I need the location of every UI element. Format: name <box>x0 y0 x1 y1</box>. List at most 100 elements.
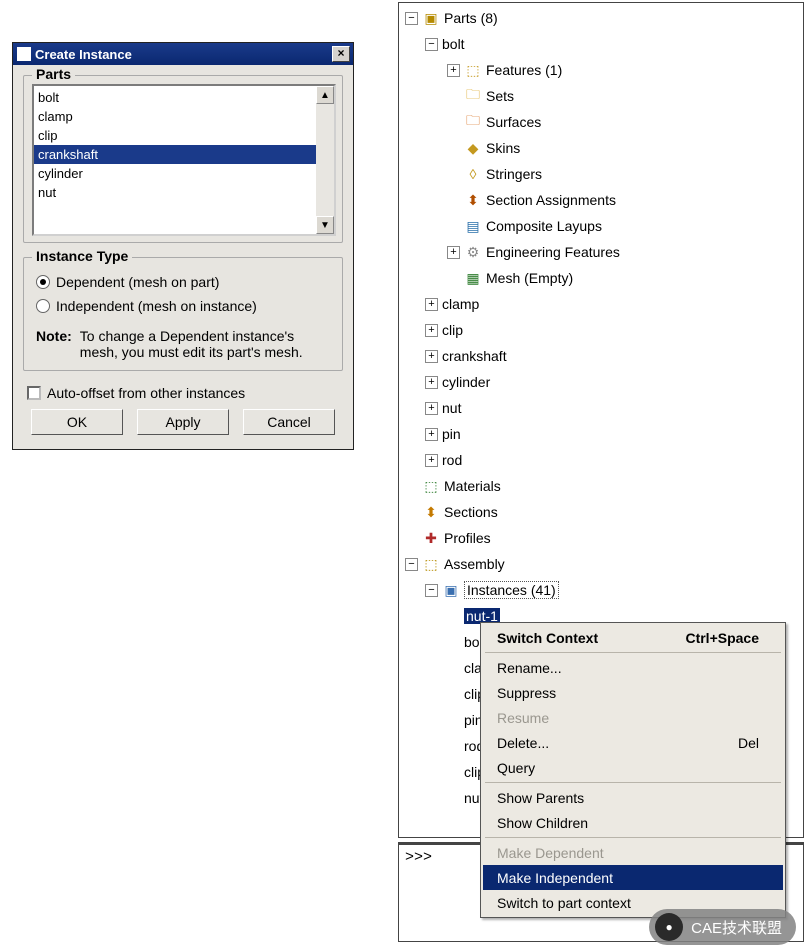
tree-label: Composite Layups <box>486 218 602 234</box>
note-label: Note: <box>36 328 72 360</box>
ctx-label: Switch to part context <box>497 895 631 911</box>
tree-label: crankshaft <box>442 348 507 364</box>
profiles-icon: ✚ <box>422 530 440 546</box>
ok-button[interactable]: OK <box>31 409 123 435</box>
plus-icon[interactable]: + <box>425 454 438 467</box>
tree-eng-features[interactable]: + ⚙ Engineering Features <box>401 239 801 265</box>
tree-materials[interactable]: ⬚Materials <box>401 473 801 499</box>
list-item[interactable]: cylinder <box>34 164 316 183</box>
auto-offset-row[interactable]: Auto-offset from other instances <box>27 385 339 401</box>
ctx-make-dependent: Make Dependent <box>483 840 783 865</box>
tree-label: cylinder <box>442 374 490 390</box>
tree-label: pin <box>442 426 461 442</box>
list-item-selected[interactable]: crankshaft <box>34 145 316 164</box>
close-button[interactable]: × <box>332 46 350 62</box>
parts-listbox[interactable]: bolt clamp clip crankshaft cylinder nut … <box>32 84 336 236</box>
scroll-down-icon[interactable]: ▼ <box>316 216 334 234</box>
ctx-label: Delete... <box>497 735 549 751</box>
tree-sets[interactable]: 🗀 Sets <box>401 83 801 109</box>
apply-button[interactable]: Apply <box>137 409 229 435</box>
system-menu-icon[interactable] <box>17 47 31 61</box>
tree-crankshaft[interactable]: + crankshaft <box>401 343 801 369</box>
radio-independent[interactable] <box>36 299 50 313</box>
list-item[interactable]: nut <box>34 183 316 202</box>
tree-clamp[interactable]: + clamp <box>401 291 801 317</box>
ctx-label: Suppress <box>497 685 556 701</box>
separator <box>485 652 781 653</box>
ctx-switch-context[interactable]: Switch Context Ctrl+Space <box>483 625 783 650</box>
plus-icon[interactable]: + <box>425 298 438 311</box>
tree-bolt[interactable]: − bolt <box>401 31 801 57</box>
ctx-label: Resume <box>497 710 549 726</box>
avatar-icon: ● <box>655 913 683 941</box>
list-item[interactable]: clip <box>34 126 316 145</box>
cancel-button[interactable]: Cancel <box>243 409 335 435</box>
tree-surfaces[interactable]: 🗀 Surfaces <box>401 109 801 135</box>
scroll-up-icon[interactable]: ▲ <box>316 86 334 104</box>
auto-offset-checkbox[interactable] <box>27 386 41 400</box>
dialog-title: Create Instance <box>35 47 328 62</box>
tree-instances[interactable]: − ▣ Instances (41) <box>401 577 801 603</box>
scroll-track[interactable] <box>316 104 334 216</box>
minus-icon[interactable]: − <box>405 558 418 571</box>
ctx-rename[interactable]: Rename... <box>483 655 783 680</box>
ctx-show-parents[interactable]: Show Parents <box>483 785 783 810</box>
tree-label: bolt <box>442 36 465 52</box>
tree-composite[interactable]: ▤ Composite Layups <box>401 213 801 239</box>
tree-section-assign[interactable]: ⬍ Section Assignments <box>401 187 801 213</box>
tree-stringers[interactable]: ◊ Stringers <box>401 161 801 187</box>
tree-label: clamp <box>442 296 479 312</box>
radio-dependent-row[interactable]: Dependent (mesh on part) <box>36 274 336 290</box>
ctx-delete[interactable]: Delete... Del <box>483 730 783 755</box>
create-instance-dialog: Create Instance × Parts bolt clamp clip … <box>12 42 354 450</box>
tree-cylinder[interactable]: + cylinder <box>401 369 801 395</box>
tree-label: Skins <box>486 140 520 156</box>
plus-icon[interactable]: + <box>425 324 438 337</box>
plus-icon[interactable]: + <box>447 64 460 77</box>
assembly-icon: ⬚ <box>422 556 440 572</box>
minus-icon[interactable]: − <box>425 38 438 51</box>
stringers-icon: ◊ <box>464 166 482 182</box>
ctx-accel: Del <box>738 735 759 751</box>
tree-profiles[interactable]: ✚Profiles <box>401 525 801 551</box>
ctx-accel: Ctrl+Space <box>685 630 759 646</box>
instance-type-groupbox: Instance Type Dependent (mesh on part) I… <box>23 257 343 371</box>
scrollbar[interactable]: ▲ ▼ <box>316 86 334 234</box>
ctx-suppress[interactable]: Suppress <box>483 680 783 705</box>
sections-icon: ⬍ <box>422 504 440 520</box>
tree-label: Sections <box>444 504 498 520</box>
tree-features[interactable]: + ⬚ Features (1) <box>401 57 801 83</box>
tree-pin[interactable]: + pin <box>401 421 801 447</box>
list-item[interactable]: clamp <box>34 107 316 126</box>
radio-independent-row[interactable]: Independent (mesh on instance) <box>36 298 336 314</box>
minus-icon[interactable]: − <box>405 12 418 25</box>
watermark-bubble: ● CAE技术联盟 <box>649 909 796 945</box>
plus-icon[interactable]: + <box>425 376 438 389</box>
plus-icon[interactable]: + <box>425 428 438 441</box>
tree-parts[interactable]: − ▣ Parts (8) <box>401 5 801 31</box>
radio-dependent-label: Dependent (mesh on part) <box>56 274 219 290</box>
tree-nut[interactable]: + nut <box>401 395 801 421</box>
tree-clip[interactable]: + clip <box>401 317 801 343</box>
tree-mesh[interactable]: ▦ Mesh (Empty) <box>401 265 801 291</box>
ctx-make-independent[interactable]: Make Independent <box>483 865 783 890</box>
separator <box>485 782 781 783</box>
ctx-query[interactable]: Query <box>483 755 783 780</box>
plus-icon[interactable]: + <box>425 402 438 415</box>
tree-label: nut <box>442 400 461 416</box>
titlebar[interactable]: Create Instance × <box>13 43 353 65</box>
context-menu: Switch Context Ctrl+Space Rename... Supp… <box>480 622 786 918</box>
parts-items: bolt clamp clip crankshaft cylinder nut <box>34 86 316 234</box>
tree-assembly[interactable]: − ⬚ Assembly <box>401 551 801 577</box>
list-item[interactable]: bolt <box>34 88 316 107</box>
plus-icon[interactable]: + <box>447 246 460 259</box>
tree-sections[interactable]: ⬍Sections <box>401 499 801 525</box>
tree-rod[interactable]: +rod <box>401 447 801 473</box>
plus-icon[interactable]: + <box>425 350 438 363</box>
tree-label: clip <box>442 322 463 338</box>
tree-skins[interactable]: ◆ Skins <box>401 135 801 161</box>
radio-dependent[interactable] <box>36 275 50 289</box>
ctx-label: Show Children <box>497 815 588 831</box>
ctx-show-children[interactable]: Show Children <box>483 810 783 835</box>
minus-icon[interactable]: − <box>425 584 438 597</box>
